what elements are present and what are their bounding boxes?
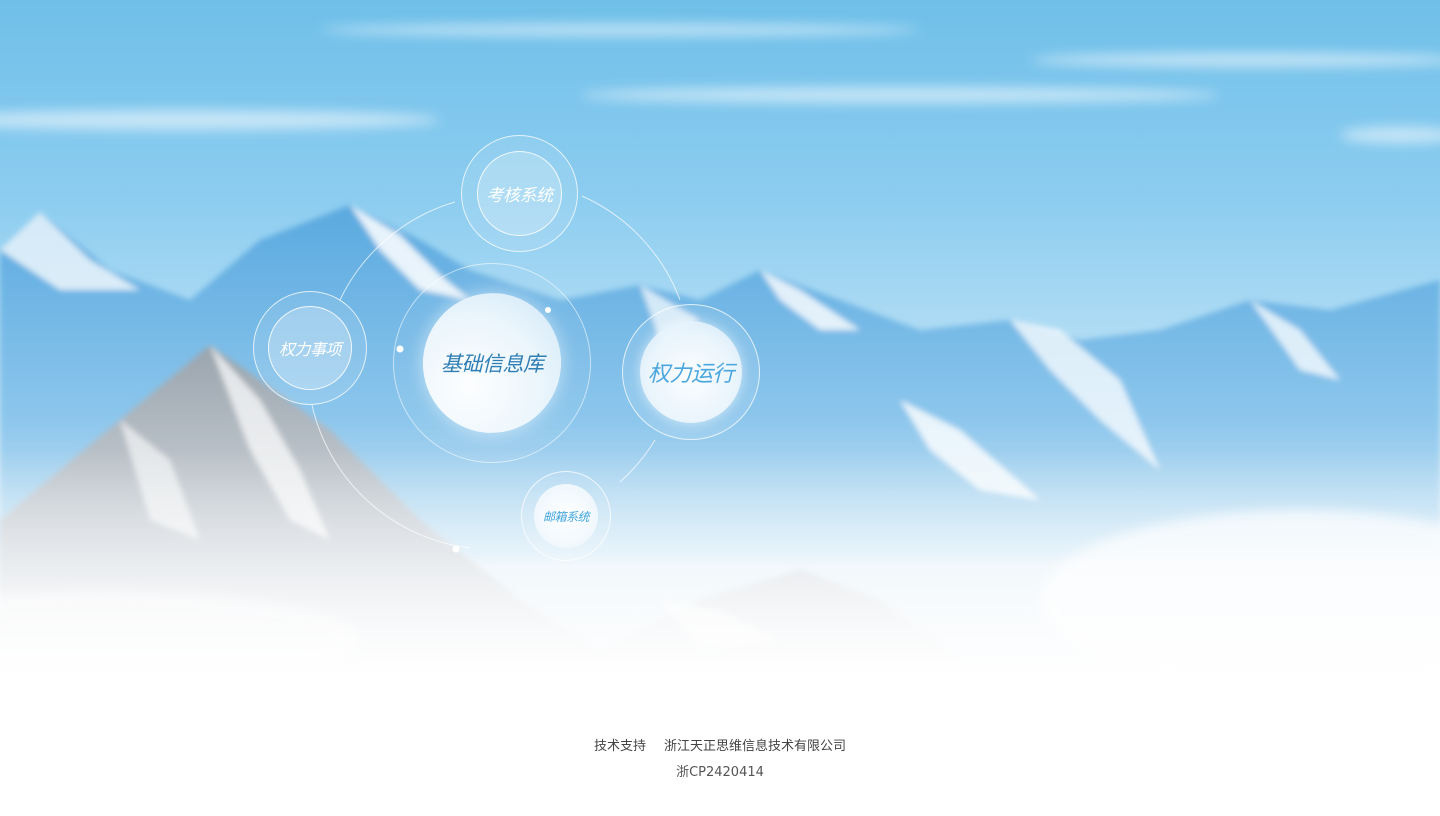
node-core[interactable]: 邮箱系统: [534, 484, 598, 548]
node-core[interactable]: 权力运行: [640, 321, 742, 423]
power-operation-node[interactable]: 权力运行: [622, 304, 760, 440]
support-label: 技术支持: [593, 739, 646, 754]
assessment-system-node[interactable]: 考核系统: [461, 135, 578, 252]
company-name: 浙江天正思维信息技术有限公司: [664, 739, 847, 754]
icp-record: 浙CP2420414: [676, 765, 764, 780]
footer: 技术支持 浙江天正思维信息技术有限公司 浙CP2420414: [0, 672, 1440, 816]
mail-system-node[interactable]: 邮箱系统: [521, 471, 611, 561]
power-items-node[interactable]: 权力事项: [253, 291, 367, 405]
node-core[interactable]: 考核系统: [477, 151, 562, 236]
power-items-label: 权力事项: [278, 340, 342, 359]
mail-system-label: 邮箱系统: [542, 509, 590, 524]
basic-info-database-node[interactable]: 基础信息库: [393, 263, 591, 463]
node-core[interactable]: 权力事项: [268, 306, 352, 390]
power-operation-label: 权力运行: [647, 362, 735, 387]
footer-support-line: 技术支持 浙江天正思维信息技术有限公司: [0, 735, 1440, 754]
assessment-system-label: 考核系统: [486, 186, 554, 206]
basic-info-database-label: 基础信息库: [440, 352, 544, 376]
hero-banner: 考核系统 权力事项 基础信息库 权力运行 邮箱系统: [0, 0, 1440, 672]
